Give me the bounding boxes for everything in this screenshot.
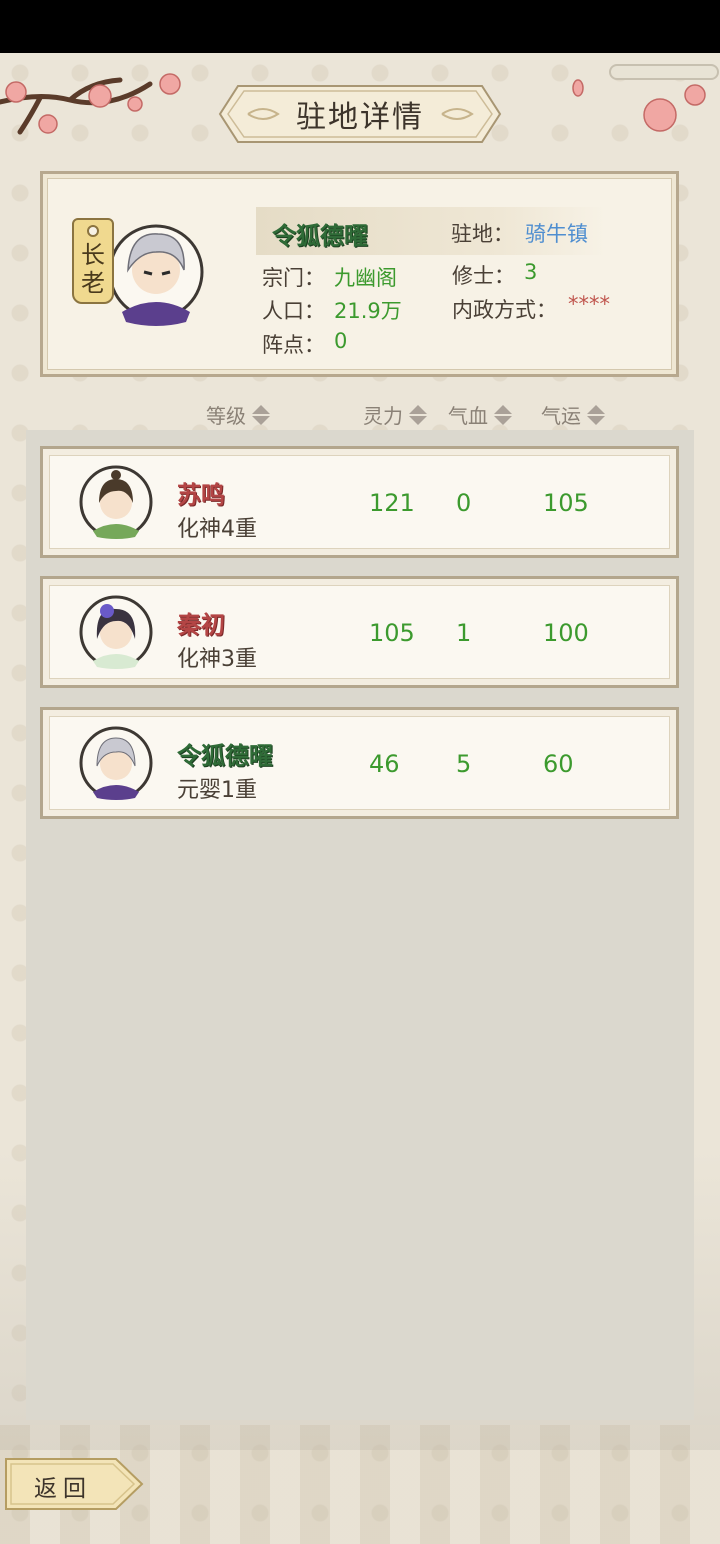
member-luck: 60	[543, 750, 574, 778]
sect-label: 宗门：	[262, 266, 325, 290]
elder-rank-tag: 长 老	[72, 218, 114, 304]
sect-value: 九幽阁	[334, 266, 397, 290]
sort-arrows-icon	[252, 404, 270, 425]
member-avatar	[79, 726, 153, 800]
member-luck: 100	[543, 619, 589, 647]
sort-level-label: 等级	[206, 404, 246, 428]
location-value[interactable]: 骑牛镇	[525, 218, 588, 248]
member-blood: 0	[456, 489, 472, 517]
sort-blood-label: 气血	[448, 404, 488, 428]
cultivators-value: 3	[524, 260, 538, 284]
sort-arrows-icon	[494, 404, 512, 425]
member-avatar	[79, 595, 153, 669]
member-realm: 化神3重	[177, 647, 257, 672]
member-row[interactable]: 令狐德曜 元婴1重 46 5 60	[40, 707, 679, 819]
member-name: 苏鸣	[177, 481, 225, 509]
member-row[interactable]: 苏鸣 化神4重 121 0 105	[40, 446, 679, 558]
sort-spirit[interactable]: 灵力	[363, 400, 427, 429]
member-spirit: 105	[369, 619, 415, 647]
sort-arrows-icon	[587, 404, 605, 425]
member-name: 令狐德曜	[177, 742, 273, 770]
status-bar	[0, 0, 720, 53]
rank-tag-char-2: 老	[81, 269, 105, 297]
member-luck: 105	[543, 489, 589, 517]
sort-blood[interactable]: 气血	[448, 400, 512, 429]
sort-level[interactable]: 等级	[206, 400, 270, 429]
member-spirit: 46	[369, 750, 400, 778]
sort-luck-label: 气运	[541, 404, 581, 428]
back-label: 返回	[34, 1476, 92, 1502]
sort-spirit-label: 灵力	[363, 404, 403, 428]
tag-hole	[87, 225, 99, 237]
back-button[interactable]: 返回	[4, 1457, 144, 1511]
sort-arrows-icon	[409, 404, 427, 425]
member-blood: 1	[456, 619, 472, 647]
page-title: 驻地详情	[296, 100, 424, 135]
formation-value: 0	[334, 329, 348, 353]
member-spirit: 121	[369, 489, 415, 517]
page-title-plaque: 驻地详情	[218, 84, 502, 144]
location-label: 驻地：	[451, 222, 514, 246]
member-realm: 元婴1重	[177, 778, 257, 803]
member-blood: 5	[456, 750, 472, 778]
population-label: 人口：	[262, 299, 325, 323]
cultivators-label: 修士：	[452, 264, 515, 288]
rank-tag-char-1: 长	[81, 241, 105, 269]
leader-name: 令狐德曜	[272, 222, 368, 250]
formation-label: 阵点：	[262, 333, 325, 357]
plum-blossom-icon	[572, 64, 719, 132]
governance-label: 内政方式：	[452, 298, 557, 322]
sort-luck[interactable]: 气运	[541, 400, 605, 429]
population-value: 21.9万	[334, 299, 402, 323]
member-row[interactable]: 秦初 化神3重 105 1 100	[40, 576, 679, 688]
member-realm: 化神4重	[177, 517, 257, 542]
member-avatar	[79, 465, 153, 539]
governance-value: ****	[568, 292, 610, 316]
plum-branch-icon	[0, 73, 181, 135]
leader-avatar[interactable]	[100, 212, 206, 332]
member-name: 秦初	[177, 611, 225, 639]
